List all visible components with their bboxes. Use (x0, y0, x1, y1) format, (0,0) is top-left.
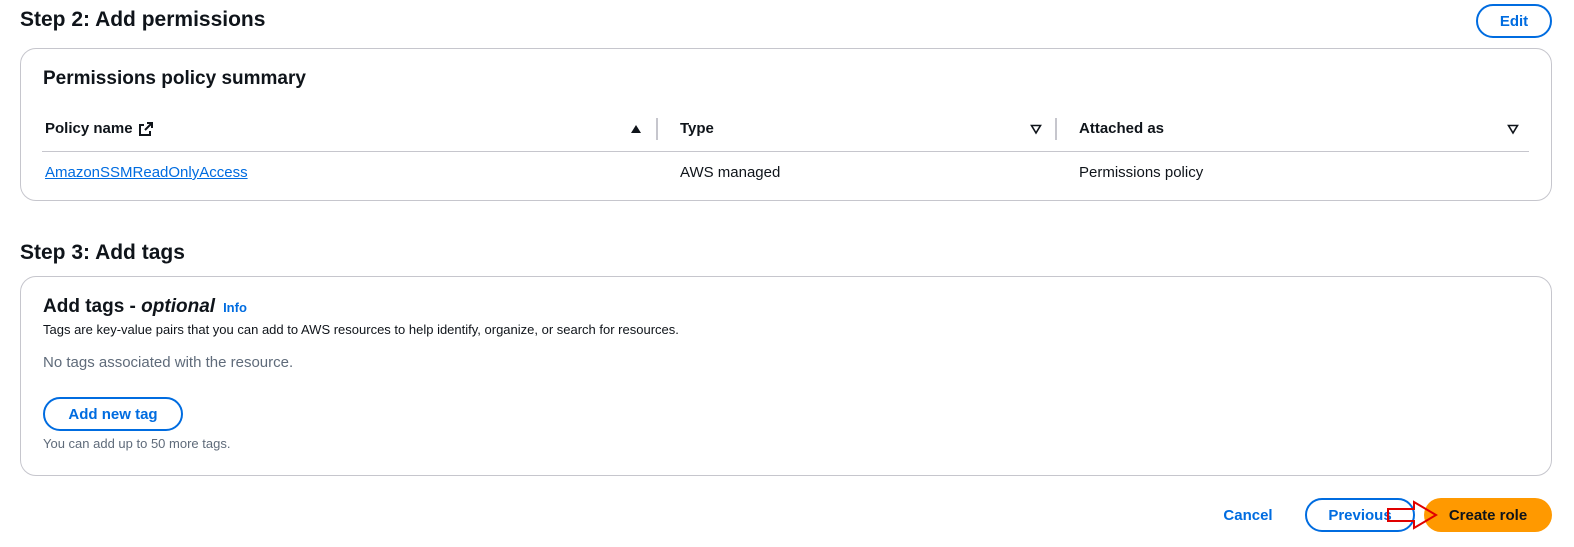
step2-title: Step 2: Add permissions (20, 8, 266, 31)
column-divider[interactable] (1055, 118, 1057, 140)
column-header-attached-as-label: Attached as (1079, 120, 1165, 137)
no-tags-message: No tags associated with the resource. (43, 354, 294, 371)
column-header-attached-as[interactable]: Attached as (1079, 120, 1164, 137)
column-header-type[interactable]: Type (680, 120, 714, 137)
permissions-summary-title: Permissions policy summary (43, 68, 306, 89)
sort-descending-icon[interactable] (1507, 123, 1519, 135)
optional-label: optional (141, 296, 216, 317)
tag-limit-hint: You can add up to 50 more tags. (43, 436, 231, 451)
column-divider[interactable] (656, 118, 658, 140)
external-link-icon[interactable] (138, 121, 154, 137)
policy-attached-as-cell: Permissions policy (1079, 164, 1204, 181)
table-header-divider (42, 151, 1529, 152)
edit-button[interactable]: Edit (1476, 4, 1552, 38)
create-role-button[interactable]: Create role (1424, 498, 1552, 532)
step3-title: Step 3: Add tags (20, 241, 185, 264)
add-new-tag-button[interactable]: Add new tag (43, 397, 183, 431)
create-role-review-page: Step 2: Add permissions Edit Permissions… (0, 0, 1574, 547)
column-header-policy-name[interactable]: Policy name (45, 120, 154, 137)
add-tags-title: Add tags - optional Info (43, 296, 247, 318)
add-tags-title-text: Add tags - (43, 296, 142, 317)
column-header-type-label: Type (680, 120, 714, 137)
add-tags-panel (20, 276, 1552, 476)
column-header-policy-name-label: Policy name (45, 120, 133, 137)
cancel-button[interactable]: Cancel (1208, 499, 1288, 531)
annotation-arrow-icon (1387, 500, 1438, 530)
policy-type-cell: AWS managed (680, 164, 781, 181)
info-link[interactable]: Info (223, 300, 247, 315)
tags-description: Tags are key-value pairs that you can ad… (43, 322, 679, 337)
sort-descending-icon[interactable] (1030, 123, 1042, 135)
sort-ascending-icon[interactable] (630, 123, 642, 135)
policy-name-link[interactable]: AmazonSSMReadOnlyAccess (45, 164, 248, 181)
